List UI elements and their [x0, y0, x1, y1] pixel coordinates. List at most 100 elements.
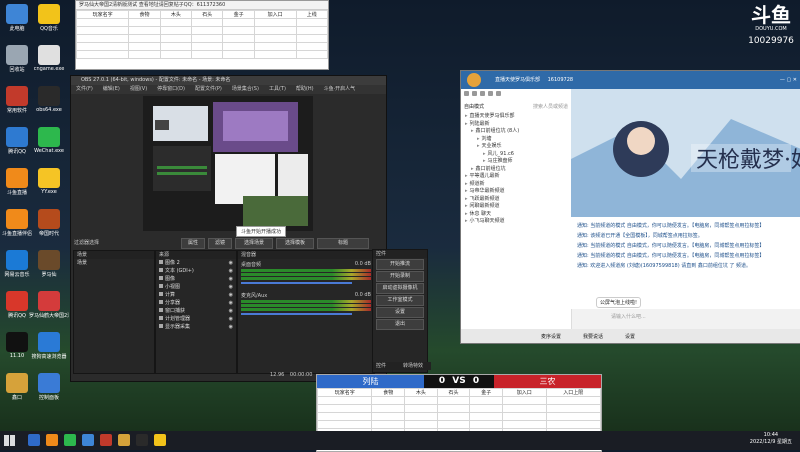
- channel-tree-item[interactable]: ▸ 飞跃最新频道: [465, 196, 571, 204]
- source-item[interactable]: 计算 ◉: [156, 291, 236, 299]
- bubble-notice[interactable]: 公屏气泡上线啦!: [596, 297, 642, 308]
- douyu-window[interactable]: 直播天使罗马俱乐部 16109728 — ▢ ✕ 自由模式 搜索人员或频道 ▸ 直…: [460, 70, 800, 344]
- source-item[interactable]: 分享器 ◉: [156, 299, 236, 307]
- desktop-icon[interactable]: obs64.exe: [29, 86, 69, 113]
- control-button[interactable]: 开始录制: [376, 271, 424, 282]
- control-button[interactable]: 工作室模式: [376, 295, 424, 306]
- app-icon: [38, 291, 60, 311]
- taskbar-app-icon[interactable]: [46, 434, 58, 446]
- channel-tree-item[interactable]: ▸ 风儿_91.c6: [465, 151, 571, 159]
- footer-speak[interactable]: 我要说话: [583, 333, 603, 340]
- control-button[interactable]: 设置: [376, 307, 424, 318]
- start-button[interactable]: [4, 435, 15, 446]
- source-item[interactable]: 小视图 ◉: [156, 283, 236, 291]
- menu-item[interactable]: 编辑(E): [103, 86, 120, 92]
- desktop-icon[interactable]: YY.exe: [29, 168, 69, 195]
- channel-tree-label: 鑫口前组位坑: [475, 165, 506, 172]
- channel-tree-item[interactable]: ▸ 闲聊最新频道: [465, 203, 571, 211]
- select-template-button[interactable]: 选择模板: [276, 238, 314, 249]
- menu-item[interactable]: 帮助(H): [296, 86, 314, 92]
- visibility-icon[interactable]: ◉: [229, 291, 233, 299]
- favorite-icon[interactable]: [472, 91, 477, 96]
- channel-tree-item[interactable]: ▸ 频道新: [465, 181, 571, 189]
- visibility-icon[interactable]: ◉: [229, 315, 233, 323]
- menu-item[interactable]: 停靠窗口(D): [157, 86, 185, 92]
- visibility-icon[interactable]: ◉: [229, 275, 233, 283]
- footer-settings[interactable]: 设置: [625, 333, 635, 340]
- app-icon: [38, 332, 60, 352]
- title-field[interactable]: 标题: [317, 238, 369, 249]
- search-input[interactable]: 搜索人员或频道: [533, 103, 568, 110]
- source-item[interactable]: 计划管理器 ◉: [156, 315, 236, 323]
- footer-mic-order[interactable]: 麦序设置: [541, 333, 561, 340]
- visibility-icon[interactable]: ◉: [229, 307, 233, 315]
- home-icon[interactable]: [464, 91, 469, 96]
- obs-preview[interactable]: [143, 96, 313, 231]
- menu-item[interactable]: 文件(F): [76, 86, 93, 92]
- time-value: 00:00:00: [289, 372, 313, 378]
- top-spreadsheet-window[interactable]: 罗马仙大帝国2清新版测试 查看地址请回复帖子QQ：611372360 玩家名字食…: [75, 0, 329, 70]
- properties-button[interactable]: 属性: [181, 238, 205, 249]
- channel-tree-item[interactable]: ▸ 直播天使罗马俱乐部: [465, 113, 571, 121]
- taskbar-app-icon[interactable]: [82, 434, 94, 446]
- friends-icon[interactable]: [480, 91, 485, 96]
- control-button[interactable]: 开始推流: [376, 259, 424, 270]
- desktop-icon[interactable]: cngame.exe: [29, 45, 69, 72]
- volume-slider[interactable]: [241, 313, 352, 315]
- menu-item[interactable]: 斗鱼·开启人气: [324, 86, 356, 92]
- desktop-icon[interactable]: 控制面板: [29, 373, 69, 401]
- visibility-icon[interactable]: ◉: [229, 267, 233, 275]
- column-header: 木头: [159, 10, 193, 19]
- source-item[interactable]: 图像 2 ◉: [156, 259, 236, 267]
- channel-tree-item[interactable]: ▸ 刘塘: [465, 136, 571, 144]
- channel-tree-item[interactable]: ▸ 平等遇儿最新: [465, 173, 571, 181]
- control-button[interactable]: 启动虚拟摄像机: [376, 283, 424, 294]
- tab-controls[interactable]: 控件: [373, 362, 400, 370]
- tab-transitions[interactable]: 转场特效: [400, 362, 431, 370]
- desktop-icon[interactable]: WeChat.exe: [29, 127, 69, 154]
- desktop-icon[interactable]: 帝国时代: [29, 209, 69, 237]
- channel-tree-item[interactable]: ▸ 鑫口前组位坑: [465, 166, 571, 174]
- taskbar-app-icon[interactable]: [118, 434, 130, 446]
- control-button[interactable]: 退出: [376, 319, 424, 330]
- volume-slider[interactable]: [241, 282, 352, 284]
- taskbar-app-icon[interactable]: [154, 434, 166, 446]
- channel-tree-item[interactable]: ▸ 马帝华最新频道: [465, 188, 571, 196]
- desktop-icon[interactable]: 罗马仙: [29, 250, 69, 278]
- menu-item[interactable]: 工具(T): [269, 86, 286, 92]
- visibility-icon[interactable]: ◉: [229, 259, 233, 267]
- source-item[interactable]: 窗口捕获 ◉: [156, 307, 236, 315]
- scene-item[interactable]: 场景: [74, 259, 154, 267]
- channel-tree-item[interactable]: ▸ 休息 聊天: [465, 211, 571, 219]
- desktop-icon[interactable]: 罗马仙鹤大帝国2清新版: [29, 291, 69, 319]
- desktop-icon[interactable]: QQ音乐: [29, 4, 69, 32]
- menu-item[interactable]: 配置文件(P): [195, 86, 222, 92]
- message-icon[interactable]: [488, 91, 493, 96]
- menu-item[interactable]: 视图(V): [130, 86, 147, 92]
- window-controls-icon[interactable]: — ▢ ✕: [780, 71, 797, 89]
- channel-tree-item[interactable]: ▸ 鑫口前组位坑 (8人): [465, 128, 571, 136]
- taskbar-app-icon[interactable]: [28, 434, 40, 446]
- obs-toast: 斗鱼开始开播成功: [236, 226, 287, 237]
- chat-input[interactable]: 请输入什么吧...: [611, 313, 646, 320]
- obs-window[interactable]: OBS 27.0.1 (64-bit, windows) - 配置文件: 未命名…: [70, 75, 387, 382]
- channel-tree-item[interactable]: ▸ 天业娱乐: [465, 143, 571, 151]
- visibility-icon[interactable]: ◉: [229, 299, 233, 307]
- source-item[interactable]: 图像 ◉: [156, 275, 236, 283]
- channel-tree-item[interactable]: ▸ 马庄推盘师: [465, 158, 571, 166]
- visibility-icon[interactable]: ◉: [229, 323, 233, 331]
- visibility-icon[interactable]: ◉: [229, 283, 233, 291]
- filters-button[interactable]: 滤镜: [208, 238, 232, 249]
- select-scene-button[interactable]: 选择场景: [235, 238, 273, 249]
- menu-item[interactable]: 场景集合(S): [232, 86, 259, 92]
- volume-meter: [241, 300, 371, 303]
- desktop-icon[interactable]: 搜狗高速浏览器: [29, 332, 69, 360]
- taskbar-app-icon[interactable]: [136, 434, 148, 446]
- channel-tree-item[interactable]: ▸ 列陆最新: [465, 121, 571, 129]
- taskbar-app-icon[interactable]: [64, 434, 76, 446]
- channel-tree-item[interactable]: ▸ 小飞马聊天频道: [465, 218, 571, 226]
- settings-icon[interactable]: [496, 91, 501, 96]
- taskbar-app-icon[interactable]: [100, 434, 112, 446]
- source-item[interactable]: 文本 (GDI+) ◉: [156, 267, 236, 275]
- source-item[interactable]: 显示器采集 ◉: [156, 323, 236, 331]
